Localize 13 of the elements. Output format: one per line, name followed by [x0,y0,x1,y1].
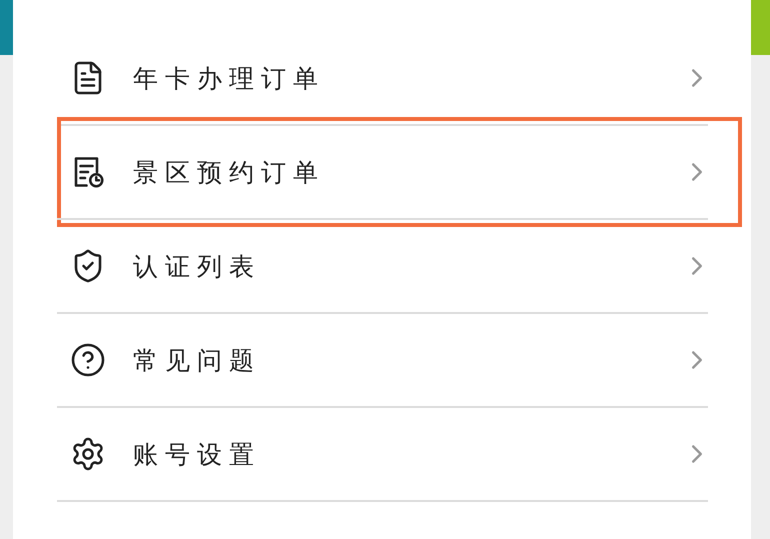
menu-item-label: 常见问题 [133,344,262,376]
accent-bar [751,0,770,55]
menu-item[interactable]: 年卡办理订单 [57,32,708,126]
menu-item-label: 年卡办理订单 [133,62,326,94]
menu-item-label: 景区预约订单 [133,156,326,188]
menu-item[interactable]: 景区预约订单 [57,126,708,220]
accent-bar [0,0,13,55]
menu-item[interactable]: 账号设置 [57,408,708,502]
menu-item-label: 账号设置 [133,438,262,470]
menu-item[interactable]: 常见问题 [57,314,708,408]
help-icon [70,342,106,378]
menu-item-label: 认证列表 [133,250,262,282]
menu-item[interactable]: 认证列表 [57,220,708,314]
